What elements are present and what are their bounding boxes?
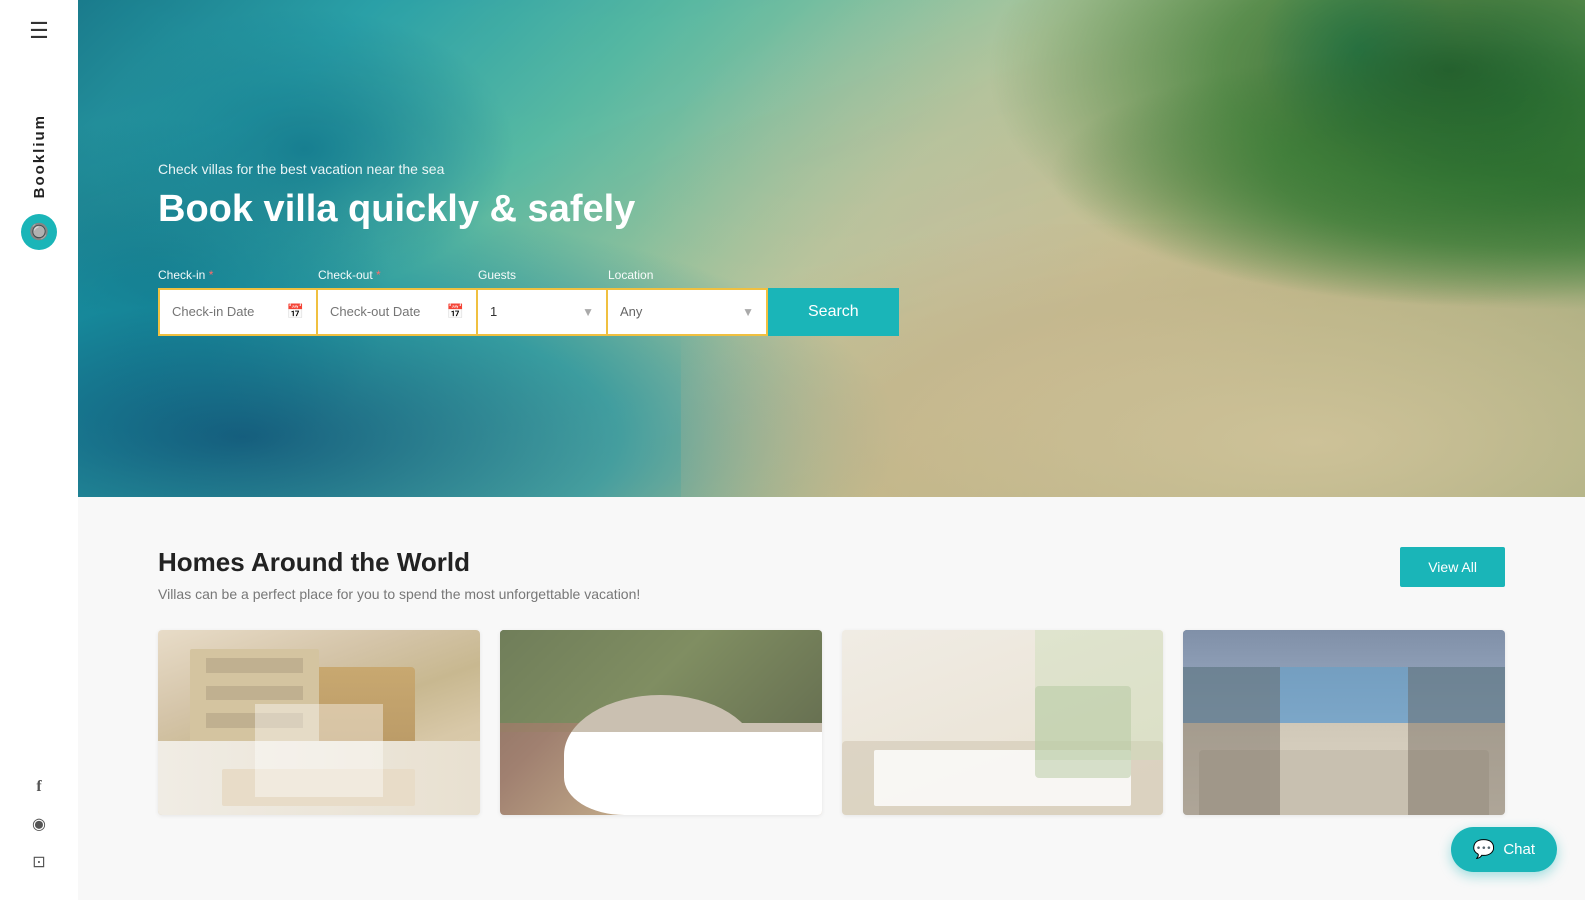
guests-dropdown-arrow: ▼ <box>582 305 594 319</box>
checkout-input[interactable] <box>330 304 439 319</box>
property-image-2 <box>500 630 822 815</box>
location-label: Location <box>608 268 768 282</box>
sidebar: ☰ Booklium 🔘 f ◉ ⊡ <box>0 0 78 900</box>
property-grid <box>158 630 1505 815</box>
sidebar-social: f ◉ ⊡ <box>32 778 46 882</box>
facebook-icon[interactable]: f <box>36 778 41 796</box>
calendar-icon-checkout: 📅 <box>447 303 464 320</box>
homes-section: Homes Around the World Villas can be a p… <box>78 497 1585 900</box>
chat-bubble-icon: 💬 <box>1473 839 1495 860</box>
calendar-icon-checkin: 📅 <box>287 303 304 320</box>
homes-title: Homes Around the World <box>158 547 640 578</box>
location-input-wrapper: Any Maldives Bali Greece Thailand ▼ <box>608 288 768 336</box>
logo-letter: 🔘 <box>29 222 49 242</box>
checkout-field: Check-out * 📅 <box>318 268 478 336</box>
menu-icon[interactable]: ☰ <box>29 18 49 44</box>
chat-button[interactable]: 💬 Chat <box>1451 827 1557 872</box>
view-all-button[interactable]: View All <box>1400 547 1505 587</box>
location-select[interactable]: Any Maldives Bali Greece Thailand <box>620 304 734 319</box>
hero-section: Check villas for the best vacation near … <box>78 0 1585 497</box>
property-card[interactable] <box>842 630 1164 815</box>
hero-title: Book villa quickly & safely <box>158 187 1505 233</box>
property-card[interactable] <box>158 630 480 815</box>
checkin-input-wrapper: 📅 <box>158 288 318 336</box>
hero-subtitle: Check villas for the best vacation near … <box>158 161 1505 177</box>
guests-field: Guests 1 2 3 4 5 6+ ▼ <box>478 268 608 336</box>
checkin-field: Check-in * 📅 <box>158 268 318 336</box>
checkin-required: * <box>205 268 213 282</box>
property-image-1 <box>158 630 480 815</box>
property-image-4 <box>1183 630 1505 815</box>
main-content: Check villas for the best vacation near … <box>78 0 1585 900</box>
homes-header-left: Homes Around the World Villas can be a p… <box>158 547 640 602</box>
checkout-label: Check-out * <box>318 268 478 282</box>
chat-label: Chat <box>1503 841 1535 858</box>
property-card[interactable] <box>1183 630 1505 815</box>
location-dropdown-arrow: ▼ <box>742 305 754 319</box>
checkin-label: Check-in * <box>158 268 318 282</box>
hero-content: Check villas for the best vacation near … <box>78 0 1585 497</box>
brand-logo[interactable]: 🔘 <box>21 214 57 250</box>
camera-icon[interactable]: ⊡ <box>32 852 45 872</box>
search-bar: Check-in * 📅 Check-out * 📅 <box>158 268 918 336</box>
guests-label: Guests <box>478 268 608 282</box>
property-image-3 <box>842 630 1164 815</box>
homes-subtitle: Villas can be a perfect place for you to… <box>158 586 640 602</box>
checkout-required: * <box>373 268 381 282</box>
search-button[interactable]: Search <box>768 288 899 336</box>
homes-header: Homes Around the World Villas can be a p… <box>158 547 1505 602</box>
property-card[interactable] <box>500 630 822 815</box>
sidebar-top: ☰ Booklium 🔘 <box>21 18 57 250</box>
location-field: Location Any Maldives Bali Greece Thaila… <box>608 268 768 336</box>
guests-input-wrapper: 1 2 3 4 5 6+ ▼ <box>478 288 608 336</box>
checkin-input[interactable] <box>172 304 279 319</box>
checkout-input-wrapper: 📅 <box>318 288 478 336</box>
instagram-icon[interactable]: ◉ <box>32 814 46 834</box>
guests-select[interactable]: 1 2 3 4 5 6+ <box>490 304 574 319</box>
brand-name: Booklium <box>31 114 48 198</box>
